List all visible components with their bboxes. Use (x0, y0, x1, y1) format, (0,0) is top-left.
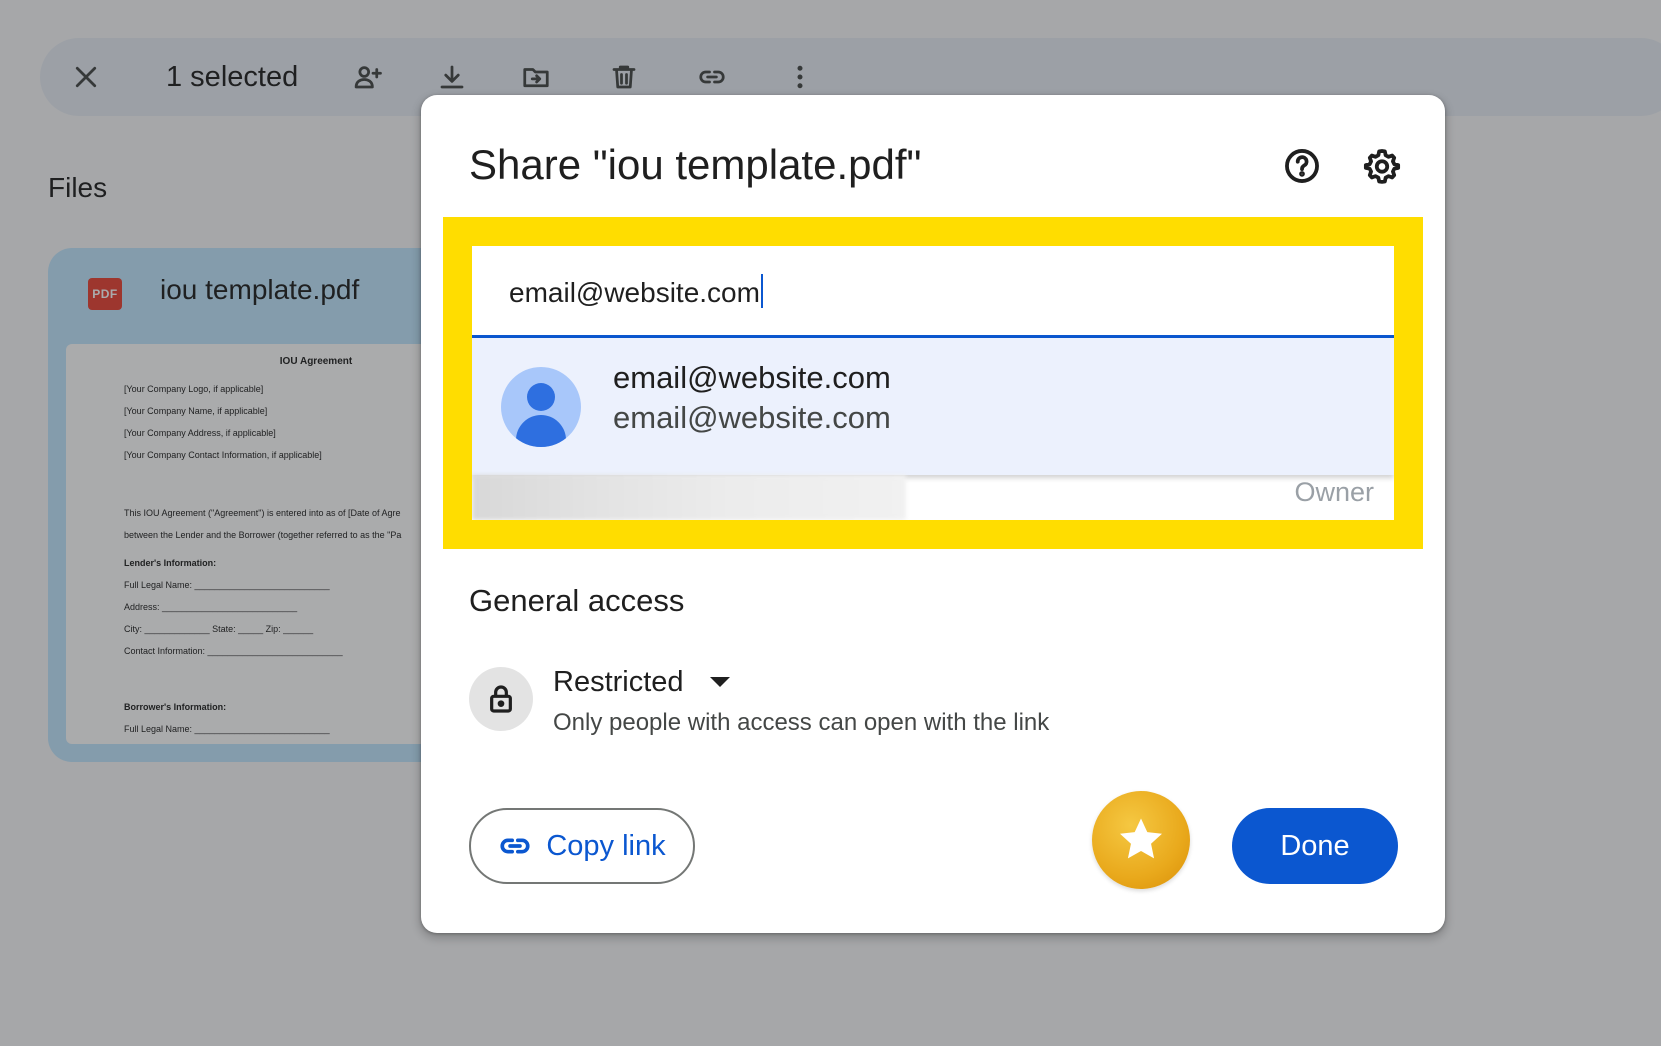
lock-icon-container (469, 667, 533, 731)
settings-button[interactable] (1354, 138, 1410, 194)
caret-down-icon (709, 677, 730, 687)
text-caret (760, 274, 763, 308)
lock-icon (490, 685, 512, 713)
link-icon (500, 838, 530, 854)
help-button[interactable] (1274, 138, 1330, 194)
done-button[interactable]: Done (1232, 808, 1398, 884)
gear-icon (1363, 149, 1401, 184)
access-level-dropdown[interactable]: Restricted (553, 661, 730, 703)
access-description: Only people with access can open with th… (553, 709, 1050, 736)
suggestion-name: email@website.com (613, 360, 891, 395)
suggestion-email: email@website.com (613, 400, 891, 435)
access-level-value: Restricted (553, 665, 684, 698)
star-badge-icon (1092, 791, 1190, 889)
star-icon (1120, 818, 1162, 859)
input-value: email@website.com (509, 277, 760, 308)
copy-link-label: Copy link (546, 829, 666, 862)
blurred-user-row (472, 475, 906, 520)
avatar (501, 367, 581, 447)
help-circle-icon (1285, 149, 1319, 183)
highlight-box: email@website.com email@website.com emai… (443, 217, 1423, 549)
add-people-input[interactable]: email@website.com (472, 246, 1394, 338)
dialog-title: Share "iou template.pdf" (469, 141, 922, 188)
copy-link-button[interactable]: Copy link (469, 808, 695, 884)
general-access-heading: General access (469, 583, 685, 618)
add-people-area: email@website.com email@website.com emai… (472, 246, 1394, 520)
share-dialog: Share "iou template.pdf" email@website.c… (421, 95, 1445, 933)
contact-suggestion[interactable]: email@website.com email@website.com (472, 338, 1394, 475)
owner-label: Owner (1294, 477, 1374, 507)
